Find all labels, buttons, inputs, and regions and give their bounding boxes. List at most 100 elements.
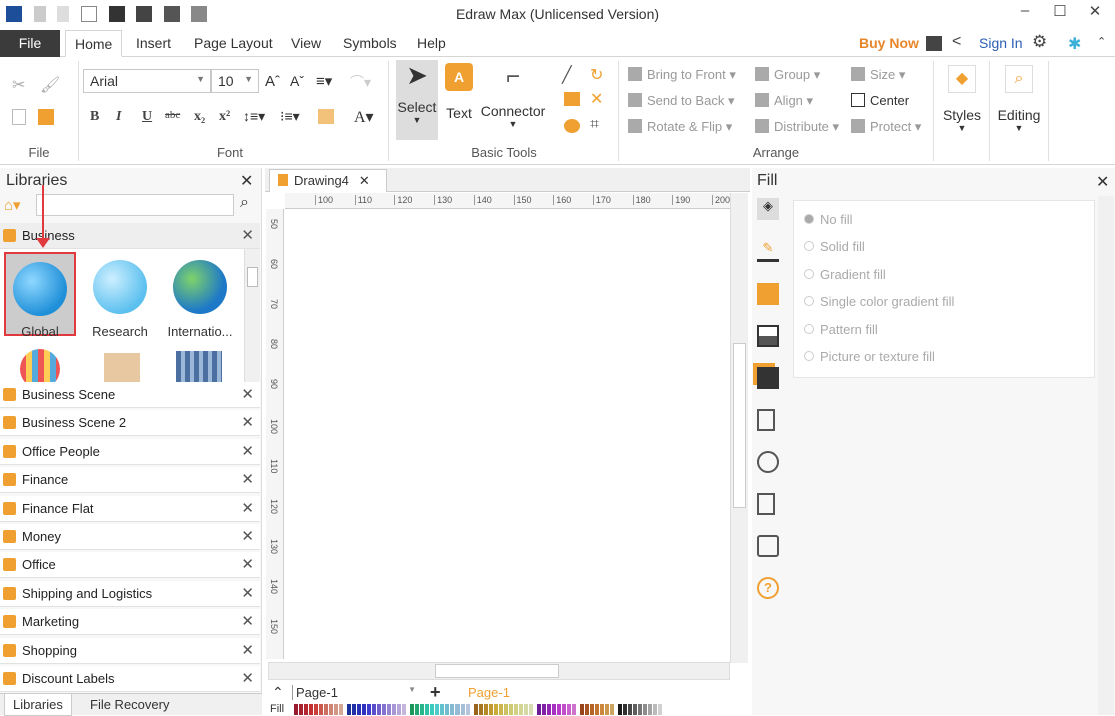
fill-icon[interactable]: ◈: [757, 198, 779, 220]
tab-file-recovery[interactable]: File Recovery: [90, 697, 169, 712]
color-swatch[interactable]: [528, 704, 533, 715]
color-swatch[interactable]: [493, 704, 498, 715]
theme-icon[interactable]: ✱: [1068, 34, 1081, 54]
color-swatch[interactable]: [584, 704, 589, 715]
comment-icon[interactable]: [757, 535, 779, 557]
line-spacing-icon[interactable]: ↕≡▾: [243, 108, 265, 125]
color-swatch[interactable]: [498, 704, 503, 715]
close-library-icon[interactable]: ✕: [241, 527, 254, 545]
library-item[interactable]: Office People ✕: [0, 438, 260, 465]
close-button[interactable]: ✕: [1080, 2, 1110, 20]
strikethrough-button[interactable]: abc: [165, 109, 180, 121]
color-swatch[interactable]: [561, 704, 566, 715]
color-swatch[interactable]: [410, 704, 415, 715]
layers-icon[interactable]: [757, 367, 779, 389]
arc-text-icon[interactable]: ⌒▾: [350, 72, 371, 92]
shape-international[interactable]: Internatio...: [162, 254, 238, 339]
color-swatch[interactable]: [387, 704, 392, 715]
page-tab-page-1[interactable]: Page-1: [468, 685, 510, 700]
close-library-icon[interactable]: ✕: [241, 413, 254, 431]
color-swatch[interactable]: [304, 704, 309, 715]
shape-global[interactable]: Global: [4, 252, 76, 339]
library-item[interactable]: Finance ✕: [0, 467, 260, 494]
color-swatch[interactable]: [633, 704, 638, 715]
color-swatch[interactable]: [643, 704, 648, 715]
color-swatch[interactable]: [367, 704, 372, 715]
search-icon[interactable]: ⌕: [240, 194, 249, 212]
building-shape[interactable]: [104, 353, 140, 382]
align-button[interactable]: Align ▾: [755, 93, 813, 109]
format-painter-icon[interactable]: 🖌: [40, 75, 60, 95]
color-swatch[interactable]: [648, 704, 653, 715]
color-swatch[interactable]: [334, 704, 339, 715]
color-swatch[interactable]: [465, 704, 470, 715]
cross-tool-icon[interactable]: ✕: [590, 89, 603, 109]
fill-option-radio[interactable]: Single color gradient fill: [804, 294, 954, 309]
share-icon[interactable]: <: [952, 33, 961, 51]
color-swatch[interactable]: [571, 704, 576, 715]
color-swatch[interactable]: [445, 704, 450, 715]
color-swatch[interactable]: [362, 704, 367, 715]
horizontal-scrollbar[interactable]: [268, 662, 730, 680]
superscript-button[interactable]: x²: [219, 109, 230, 125]
tab-insert[interactable]: Insert: [127, 30, 180, 57]
skyscraper-shape[interactable]: [176, 351, 222, 382]
distribute-button[interactable]: Distribute ▾: [755, 119, 839, 135]
close-tab-icon[interactable]: ✕: [359, 173, 370, 188]
color-swatch[interactable]: [329, 704, 334, 715]
tab-file[interactable]: File: [0, 30, 60, 57]
settings-gear-icon[interactable]: ⚙: [1032, 32, 1047, 52]
library-item[interactable]: Business Scene ✕: [0, 382, 260, 408]
library-item[interactable]: Business Scene 2 ✕: [0, 410, 260, 437]
bullets-icon[interactable]: ⁝≡▾: [280, 108, 300, 125]
color-swatch[interactable]: [589, 704, 594, 715]
color-swatch[interactable]: [658, 704, 663, 715]
font-size-select[interactable]: 10 ▼: [211, 69, 259, 93]
copy-icon[interactable]: [12, 109, 26, 125]
color-swatch[interactable]: [372, 704, 377, 715]
color-swatch[interactable]: [523, 704, 528, 715]
color-swatch[interactable]: [604, 704, 609, 715]
color-swatch[interactable]: [402, 704, 407, 715]
buy-now-link[interactable]: Buy Now: [850, 30, 928, 57]
color-swatch[interactable]: [541, 704, 546, 715]
line-style-icon[interactable]: ✎: [757, 240, 779, 262]
page-properties-icon[interactable]: [757, 409, 775, 431]
tab-help[interactable]: Help: [408, 30, 455, 57]
color-swatch[interactable]: [488, 704, 493, 715]
color-swatch[interactable]: [460, 704, 465, 715]
library-item[interactable]: Money ✕: [0, 524, 260, 550]
close-library-icon[interactable]: ✕: [241, 442, 254, 460]
close-library-icon[interactable]: ✕: [241, 669, 254, 687]
add-page-icon[interactable]: +: [430, 682, 441, 703]
balloon-shape[interactable]: [20, 349, 60, 382]
shape-research[interactable]: Research: [84, 254, 156, 339]
color-swatch[interactable]: [425, 704, 430, 715]
color-swatch[interactable]: [546, 704, 551, 715]
highlight-color-icon[interactable]: [318, 109, 334, 124]
color-swatch[interactable]: [309, 704, 314, 715]
styles-button[interactable]: ◆ Styles ▼: [940, 65, 984, 133]
color-swatch[interactable]: [357, 704, 362, 715]
shadow-icon[interactable]: [757, 283, 779, 305]
home-icon[interactable]: ⌂▾: [4, 196, 21, 214]
color-swatch[interactable]: [503, 704, 508, 715]
close-library-icon[interactable]: ✕: [241, 385, 254, 403]
library-item[interactable]: Finance Flat ✕: [0, 495, 260, 522]
color-swatch[interactable]: [617, 704, 622, 715]
color-swatch[interactable]: [397, 704, 402, 715]
library-item[interactable]: Shipping and Logistics ✕: [0, 580, 260, 607]
connector-tool-button[interactable]: ⌐ Connector ▼: [480, 63, 546, 129]
rotate-flip-button[interactable]: Rotate & Flip ▾: [628, 119, 732, 135]
help-icon[interactable]: ?: [757, 577, 779, 599]
close-library-icon[interactable]: ✕: [241, 612, 254, 630]
close-libraries-icon[interactable]: ✕: [240, 171, 253, 191]
fill-option-radio[interactable]: Gradient fill: [804, 267, 886, 282]
color-swatch[interactable]: [450, 704, 455, 715]
arc-tool-icon[interactable]: ↻: [590, 65, 603, 85]
italic-button[interactable]: I: [116, 109, 121, 125]
gallery-scrollbar[interactable]: [244, 249, 260, 382]
color-swatch[interactable]: [556, 704, 561, 715]
close-library-icon[interactable]: ✕: [241, 555, 254, 573]
editing-button[interactable]: ⌕ Editing ▼: [995, 65, 1043, 133]
